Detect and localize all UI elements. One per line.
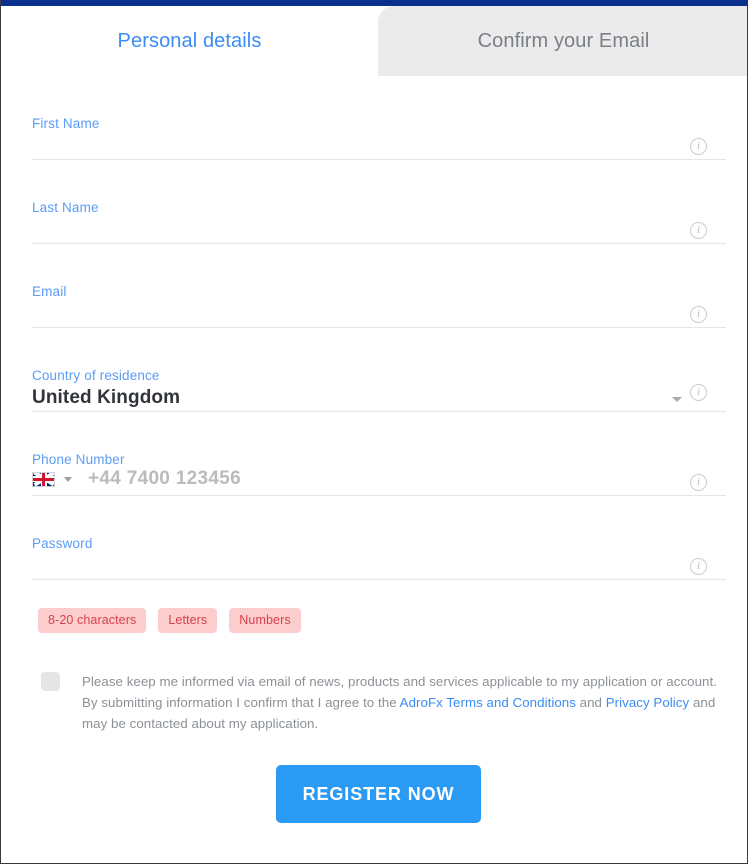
field-country-of-residence[interactable]: Country of residence United Kingdom i — [32, 328, 726, 412]
field-email[interactable]: Email i — [32, 244, 726, 328]
chevron-down-icon[interactable] — [672, 397, 682, 402]
info-icon[interactable]: i — [690, 306, 707, 323]
info-icon[interactable]: i — [690, 474, 707, 491]
field-country-select-value[interactable]: United Kingdom — [32, 387, 180, 409]
consent-text-part2: and — [575, 695, 606, 710]
tab-personal-details[interactable]: Personal details — [1, 6, 378, 76]
field-last-name[interactable]: Last Name i — [32, 160, 726, 244]
password-rule-badge: Numbers — [229, 608, 301, 633]
field-country-label: Country of residence — [32, 368, 160, 383]
phone-number-input[interactable]: +44 7400 123456 — [88, 468, 241, 490]
field-password[interactable]: Password i — [32, 496, 726, 580]
phone-input-row: +44 7400 123456 — [32, 468, 241, 490]
info-icon[interactable]: i — [690, 558, 707, 575]
info-icon[interactable]: i — [690, 384, 707, 401]
consent-row: Please keep me informed via email of new… — [41, 671, 721, 734]
field-phone-number[interactable]: Phone Number +44 7400 123456 i — [32, 412, 726, 496]
tab-confirm-email-label: Confirm your Email — [477, 29, 650, 52]
info-icon[interactable]: i — [690, 222, 707, 239]
field-phone-label: Phone Number — [32, 452, 125, 467]
chevron-down-icon[interactable] — [64, 476, 72, 482]
privacy-policy-link[interactable]: Privacy Policy — [606, 695, 689, 710]
terms-and-conditions-link[interactable]: AdroFx Terms and Conditions — [400, 695, 576, 710]
tab-personal-details-label: Personal details — [117, 29, 262, 52]
field-email-label: Email — [32, 284, 67, 299]
field-first-name-label: First Name — [32, 116, 100, 131]
info-icon[interactable]: i — [690, 138, 707, 155]
consent-checkbox[interactable] — [41, 672, 60, 691]
uk-flag-icon[interactable] — [32, 471, 55, 487]
consent-text: Please keep me informed via email of new… — [82, 671, 721, 734]
field-first-name[interactable]: First Name i — [32, 76, 726, 160]
registration-page: Personal details Confirm your Email Firs… — [0, 0, 748, 864]
password-rule-badge: Letters — [158, 608, 218, 633]
password-rules: 8-20 characters Letters Numbers — [38, 608, 301, 633]
field-last-name-label: Last Name — [32, 200, 99, 215]
field-password-label: Password — [32, 536, 93, 551]
register-now-button[interactable]: REGISTER NOW — [276, 765, 481, 823]
tab-confirm-email[interactable]: Confirm your Email — [378, 6, 747, 76]
tab-bar: Personal details Confirm your Email — [1, 6, 747, 76]
password-rule-badge: 8-20 characters — [38, 608, 147, 633]
